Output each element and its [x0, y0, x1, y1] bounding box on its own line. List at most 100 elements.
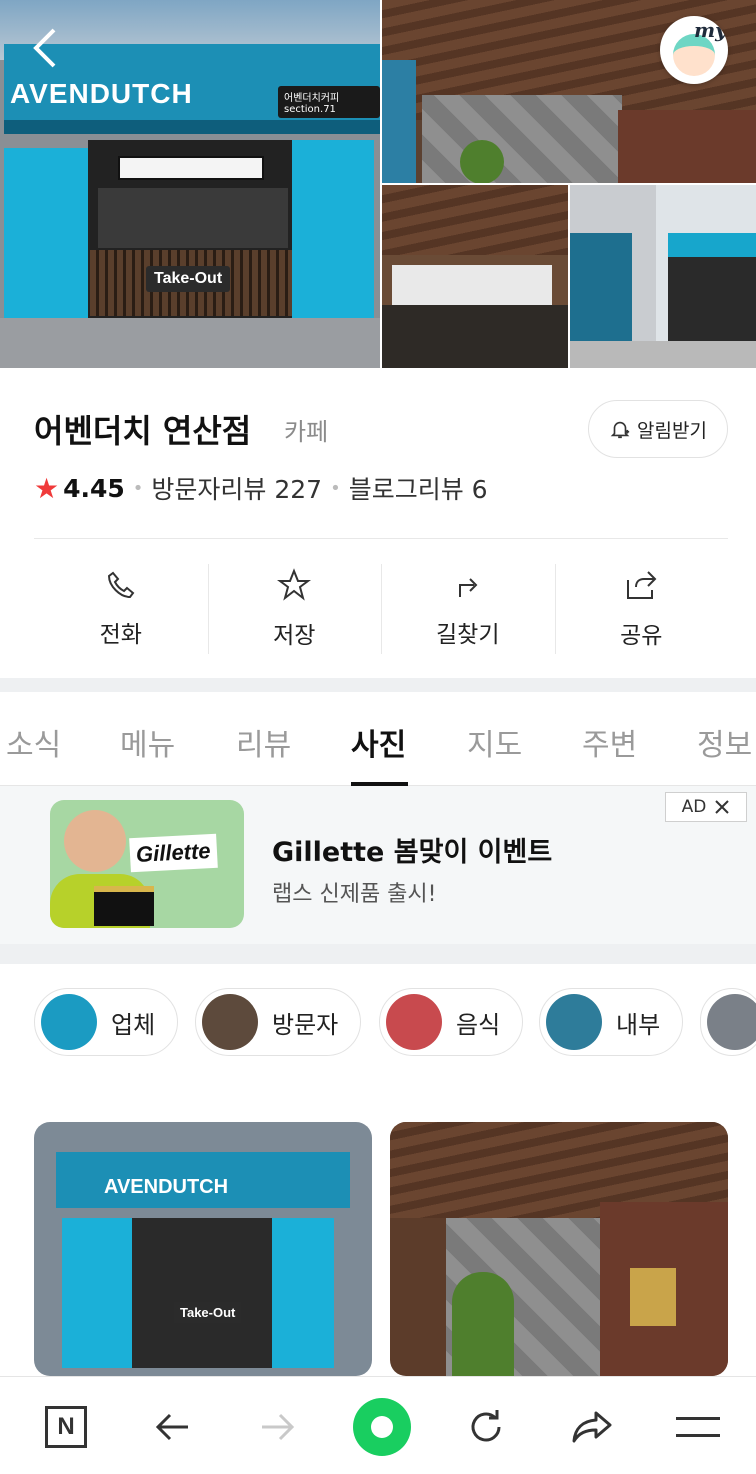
photo-grid-item[interactable]: AVENDUTCH Take-Out	[34, 1122, 372, 1376]
photo-filter-chips: 업체 방문자 음식 내부	[0, 964, 756, 1084]
refresh-button[interactable]	[460, 1401, 512, 1453]
share-label: 공유	[620, 623, 663, 649]
takeout-sign: Take-Out	[146, 266, 231, 292]
menu-button[interactable]	[672, 1401, 724, 1453]
naver-home-button[interactable]: N	[40, 1401, 92, 1453]
tab-photos[interactable]: 사진	[351, 720, 406, 764]
gift-box	[94, 886, 154, 926]
visitor-reviews-link[interactable]: 방문자리뷰 227	[151, 470, 322, 506]
tab-map[interactable]: 지도	[467, 720, 522, 764]
counter-bar	[382, 305, 568, 368]
ad-logo: Gillette	[129, 833, 218, 873]
chip-label: 업체	[111, 1010, 156, 1039]
back-arrow-icon	[155, 1413, 188, 1441]
directions-button[interactable]: 길찾기	[381, 564, 555, 654]
hero-photo-exterior[interactable]	[570, 185, 756, 368]
photo-ground	[0, 318, 380, 368]
share-button[interactable]: 공유	[554, 564, 729, 654]
browser-bottom-bar: N	[0, 1376, 756, 1474]
directions-label: 길찾기	[436, 622, 500, 648]
storefront-wall-left	[4, 148, 94, 318]
call-button[interactable]: 전화	[34, 564, 208, 654]
rating-star-icon: ★	[34, 471, 60, 505]
chip-business[interactable]: 업체	[34, 988, 179, 1056]
chip-thumbnail	[546, 994, 602, 1050]
save-button[interactable]: 저장	[207, 564, 382, 654]
tab-news[interactable]: 소식	[6, 720, 61, 764]
counter-shelf	[392, 265, 552, 305]
chip-label: 방문자	[272, 1010, 339, 1039]
close-icon[interactable]	[714, 799, 730, 815]
plant	[460, 140, 504, 183]
chip-thumbnail	[386, 994, 442, 1050]
section-gap	[0, 678, 756, 692]
chevron-left-icon	[33, 28, 56, 68]
tab-info[interactable]: 정보	[697, 720, 752, 764]
glass-panel	[382, 60, 416, 183]
back-button[interactable]	[26, 26, 70, 70]
divider	[34, 538, 728, 539]
stone-wall	[422, 95, 622, 183]
share-nav-button[interactable]	[566, 1401, 618, 1453]
gold-logo	[630, 1268, 676, 1326]
call-label: 전화	[99, 622, 142, 648]
green-dot-button[interactable]	[352, 1397, 412, 1457]
photo-frame	[132, 1218, 272, 1368]
my-profile-button[interactable]: my	[660, 16, 728, 84]
save-label: 저장	[273, 623, 316, 649]
naver-home-icon: N	[45, 1406, 87, 1448]
forward-arrow-icon	[262, 1413, 295, 1441]
hero-photo-grid: AVENDUTCH 어벤더치커피 section.71 Take-Out my	[0, 0, 756, 368]
chip-label: 음식	[456, 1010, 501, 1039]
directions-icon	[458, 578, 478, 597]
star-icon	[277, 568, 312, 601]
separator-dot: •	[132, 477, 144, 499]
bell-icon	[610, 421, 630, 439]
place-detail-page: AVENDUTCH 어벤더치커피 section.71 Take-Out my …	[0, 0, 756, 1474]
tab-menu[interactable]: 메뉴	[120, 720, 175, 764]
ad-image: Gillette	[50, 800, 244, 928]
ad-title: Gillette 봄맞이 이벤트	[272, 837, 553, 868]
place-info: 어벤더치 연산점 카페 알림받기 ★ 4.45 • 방문자리뷰 227 • 블로…	[0, 368, 756, 678]
storefront-window	[98, 188, 288, 248]
photo-wall-left	[62, 1218, 132, 1368]
wood-ceiling	[382, 185, 568, 255]
storefront-menu-board	[118, 156, 264, 180]
chip-thumbnail	[41, 994, 97, 1050]
alarm-button[interactable]: 알림받기	[588, 400, 728, 458]
share-arrow-icon	[572, 1411, 612, 1443]
phone-icon	[107, 571, 135, 599]
hero-photo-counter[interactable]	[382, 185, 568, 368]
chip-label: 내부	[616, 1010, 661, 1039]
photo-sign-text: AVENDUTCH	[104, 1176, 229, 1198]
plant	[452, 1272, 514, 1376]
chip-visitor[interactable]: 방문자	[195, 988, 362, 1056]
share-icon	[627, 571, 657, 599]
ad-person	[64, 810, 126, 872]
rating-row: ★ 4.45 • 방문자리뷰 227 • 블로그리뷰 6	[34, 470, 488, 506]
ad-label: AD	[681, 797, 707, 817]
ad-badge[interactable]: AD	[665, 792, 747, 822]
tab-bar: 소식 메뉴 리뷰 사진 지도 주변 정보	[0, 692, 756, 786]
exterior-sidewalk	[570, 341, 756, 368]
chip-thumbnail	[202, 994, 258, 1050]
back-nav-button[interactable]	[146, 1401, 198, 1453]
chip-interior[interactable]: 내부	[539, 988, 684, 1056]
menu-icon	[676, 1417, 720, 1437]
action-row: 전화 저장 길찾기 공유	[34, 564, 728, 654]
rating-score: 4.45	[63, 473, 125, 503]
alarm-label: 알림받기	[637, 419, 707, 442]
blog-reviews-link[interactable]: 블로그리뷰 6	[349, 470, 488, 506]
forward-nav-button[interactable]	[252, 1401, 304, 1453]
separator-dot: •	[330, 477, 341, 499]
brick-wall	[618, 110, 756, 183]
ad-banner[interactable]: Gillette Gillette 봄맞이 이벤트 랩스 신제품 출시! AD	[0, 786, 756, 944]
place-category: 카페	[284, 418, 329, 446]
photo-wall-right	[272, 1218, 334, 1368]
photo-grid-item[interactable]	[390, 1122, 728, 1376]
tab-nearby[interactable]: 주변	[582, 720, 637, 764]
exterior-store-right	[668, 257, 756, 341]
chip-more[interactable]	[700, 988, 756, 1056]
tab-reviews[interactable]: 리뷰	[236, 720, 291, 764]
chip-food[interactable]: 음식	[379, 988, 524, 1056]
